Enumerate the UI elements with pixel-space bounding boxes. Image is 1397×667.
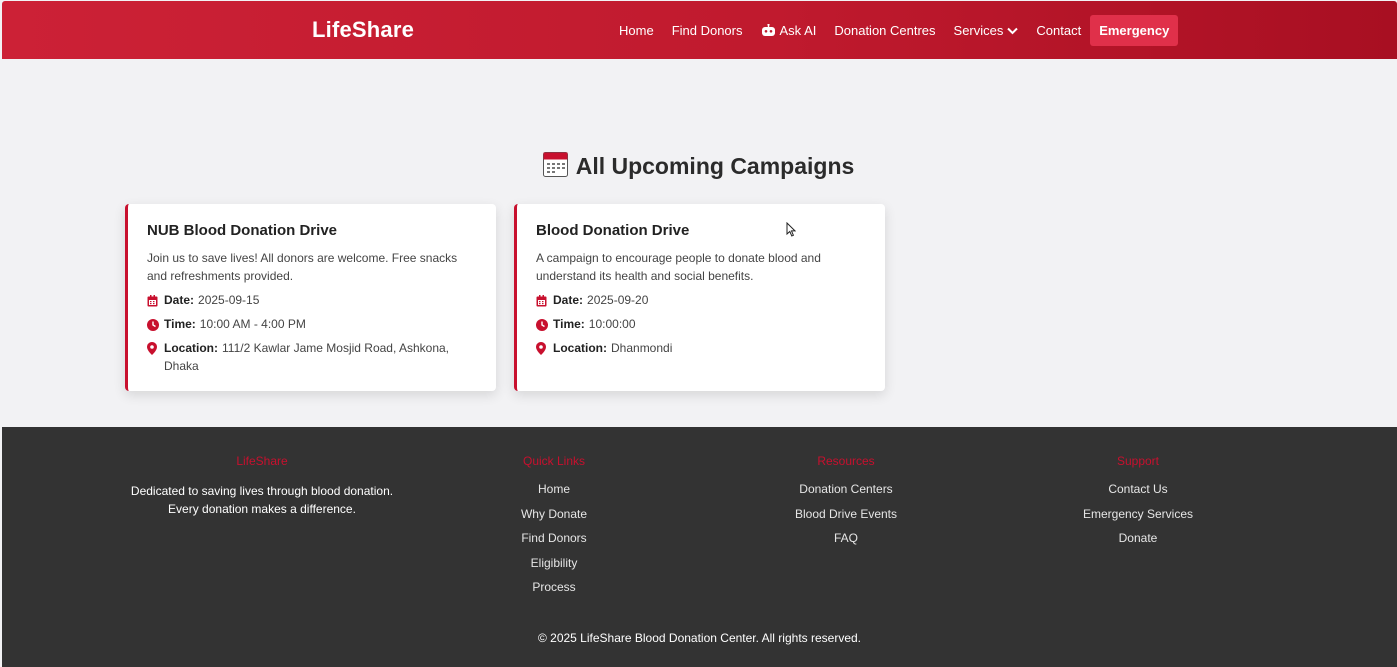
- campaign-description: A campaign to encourage people to donate…: [536, 251, 821, 283]
- date-label: Date:: [164, 293, 195, 307]
- footer-link-blood-drive-events[interactable]: Blood Drive Events: [746, 507, 946, 521]
- chevron-down-icon: [1007, 27, 1019, 35]
- campaign-card[interactable]: Blood Donation Drive A campaign to encou…: [514, 204, 885, 391]
- campaign-title: NUB Blood Donation Drive: [147, 222, 337, 239]
- site-footer: LifeShare Dedicated to saving lives thro…: [2, 427, 1397, 667]
- footer-resources: Resources Donation Centers Blood Drive E…: [746, 454, 946, 556]
- footer-link-contact-us[interactable]: Contact Us: [1038, 482, 1238, 496]
- footer-link-home[interactable]: Home: [454, 482, 654, 496]
- nav-find-donors[interactable]: Find Donors: [672, 23, 743, 38]
- footer-about-line1: Dedicated to saving lives through blood …: [130, 484, 394, 498]
- date-label: Date:: [553, 293, 584, 307]
- campaign-location: Location: Dhanmondi: [536, 339, 865, 360]
- nav-contact[interactable]: Contact: [1036, 23, 1081, 38]
- footer-heading: LifeShare: [236, 454, 288, 468]
- footer-link-process[interactable]: Process: [454, 580, 654, 594]
- location-label: Location:: [164, 341, 218, 355]
- footer-heading: Support: [1116, 454, 1160, 468]
- top-navbar: LifeShare Home Find Donors Ask AI Donati…: [2, 1, 1397, 59]
- campaign-time: Time: 10:00 AM - 4:00 PM: [147, 315, 476, 336]
- clock-icon: [536, 315, 548, 336]
- copyright-text: © 2025 LifeShare Blood Donation Center. …: [537, 631, 862, 645]
- campaign-date: Date: 2025-09-20: [536, 291, 865, 312]
- section-header: All Upcoming Campaigns: [0, 151, 1397, 182]
- campaign-title: Blood Donation Drive: [536, 222, 690, 239]
- time-value: 10:00:00: [588, 317, 636, 331]
- location-label: Location:: [553, 341, 607, 355]
- nav-links: Home Find Donors Ask AI Donation Centres…: [619, 15, 1179, 46]
- mouse-cursor-icon: [786, 221, 797, 242]
- campaign-description: Join us to save lives! All donors are we…: [147, 251, 458, 283]
- date-value: 2025-09-15: [198, 293, 260, 307]
- time-value: 10:00 AM - 4:00 PM: [199, 317, 306, 331]
- footer-link-donation-centers[interactable]: Donation Centers: [746, 482, 946, 496]
- emergency-button[interactable]: Emergency: [1090, 15, 1179, 46]
- calendar-icon: [536, 291, 548, 312]
- page-title: All Upcoming Campaigns: [575, 153, 855, 179]
- map-pin-icon: [147, 339, 159, 375]
- campaign-card[interactable]: NUB Blood Donation Drive Join us to save…: [125, 204, 496, 391]
- footer-link-find-donors[interactable]: Find Donors: [454, 531, 654, 545]
- robot-icon: [761, 24, 776, 37]
- campaign-time: Time: 10:00:00: [536, 315, 865, 336]
- calendar-icon: [147, 291, 159, 312]
- footer-link-why-donate[interactable]: Why Donate: [454, 507, 654, 521]
- calendar-icon: [542, 151, 568, 182]
- map-pin-icon: [536, 339, 548, 360]
- footer-quick-links: Quick Links Home Why Donate Find Donors …: [454, 454, 654, 605]
- time-label: Time:: [164, 317, 196, 331]
- footer-heading: Quick Links: [522, 454, 586, 468]
- location-value: Dhanmondi: [611, 341, 673, 355]
- nav-services[interactable]: Services: [954, 23, 1019, 38]
- footer-link-eligibility[interactable]: Eligibility: [454, 556, 654, 570]
- footer-about-line2: Every donation makes a difference.: [168, 502, 356, 516]
- footer-heading: Resources: [817, 454, 875, 468]
- nav-ask-ai-label: Ask AI: [779, 23, 817, 38]
- campaign-date: Date: 2025-09-15: [147, 291, 476, 312]
- nav-home[interactable]: Home: [619, 23, 654, 38]
- footer-link-emergency-services[interactable]: Emergency Services: [1038, 507, 1238, 521]
- brand-logo[interactable]: LifeShare: [312, 17, 414, 43]
- footer-about: LifeShare Dedicated to saving lives thro…: [112, 454, 412, 518]
- footer-link-donate[interactable]: Donate: [1038, 531, 1238, 545]
- date-value: 2025-09-20: [587, 293, 649, 307]
- footer-link-faq[interactable]: FAQ: [746, 531, 946, 545]
- campaign-location: Location: 111/2 Kawlar Jame Mosjid Road, …: [147, 339, 476, 375]
- clock-icon: [147, 315, 159, 336]
- nav-ask-ai[interactable]: Ask AI: [761, 23, 817, 38]
- nav-donation-centres[interactable]: Donation Centres: [834, 23, 935, 38]
- footer-support: Support Contact Us Emergency Services Do…: [1038, 454, 1238, 556]
- time-label: Time:: [553, 317, 585, 331]
- nav-services-label: Services: [953, 23, 1004, 38]
